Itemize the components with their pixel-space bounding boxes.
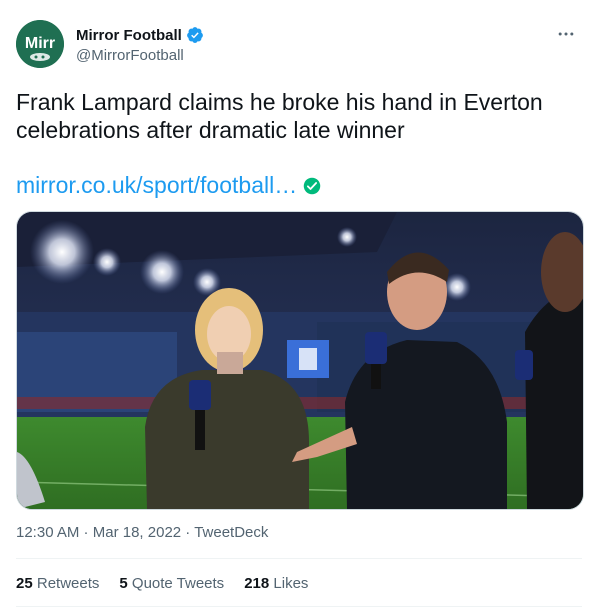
mirror-football-logo: Mirr	[16, 20, 64, 68]
tweet-time[interactable]: 12:30 AM	[16, 524, 79, 541]
tweet-header: Mirr Mirror Football @MirrorFootball	[16, 20, 586, 72]
account-handle[interactable]: @MirrorFootball	[76, 47, 204, 64]
more-icon[interactable]	[554, 24, 578, 48]
quote-tweets-count: 5	[119, 575, 128, 592]
likes-stat[interactable]: 218 Likes	[244, 575, 308, 592]
tweet-source[interactable]: TweetDeck	[194, 524, 268, 541]
display-name[interactable]: Mirror Football	[76, 26, 204, 44]
retweets-count: 25	[16, 575, 33, 592]
tweet-link[interactable]: mirror.co.uk/sport/football…	[16, 172, 321, 199]
tweet-meta: 12:30 AM · Mar 18, 2022 · TweetDeck	[16, 524, 268, 541]
display-name-text[interactable]: Mirror Football	[76, 27, 182, 44]
meta-sep-1: ·	[79, 524, 93, 541]
divider	[16, 558, 582, 559]
retweets-label: Retweets	[36, 575, 100, 592]
tweet-link-text[interactable]: mirror.co.uk/sport/football…	[16, 172, 297, 199]
quote-tweets-stat[interactable]: 5 Quote Tweets	[119, 575, 224, 592]
likes-label: Likes	[273, 575, 309, 592]
account-name-block[interactable]: Mirror Football @MirrorFootball	[76, 26, 204, 64]
tweet-stats: 25 Retweets 5 Quote Tweets 218 Likes	[16, 575, 308, 592]
tweet-text: Frank Lampard claims he broke his hand i…	[16, 89, 543, 143]
quote-tweets-label: Quote Tweets	[131, 575, 225, 592]
likes-count: 218	[244, 575, 270, 592]
tweet-photo	[17, 212, 583, 509]
avatar-text: Mirr	[25, 35, 55, 52]
retweets-stat[interactable]: 25 Retweets	[16, 575, 99, 592]
tweet-date[interactable]: Mar 18, 2022	[93, 524, 181, 541]
verified-link-icon	[303, 177, 321, 194]
meta-sep-2: ·	[181, 524, 195, 541]
more-dots-icon	[558, 32, 574, 36]
avatar[interactable]: Mirr	[16, 20, 64, 68]
tweet-media-image[interactable]	[16, 211, 584, 510]
verified-badge-icon	[186, 27, 203, 43]
